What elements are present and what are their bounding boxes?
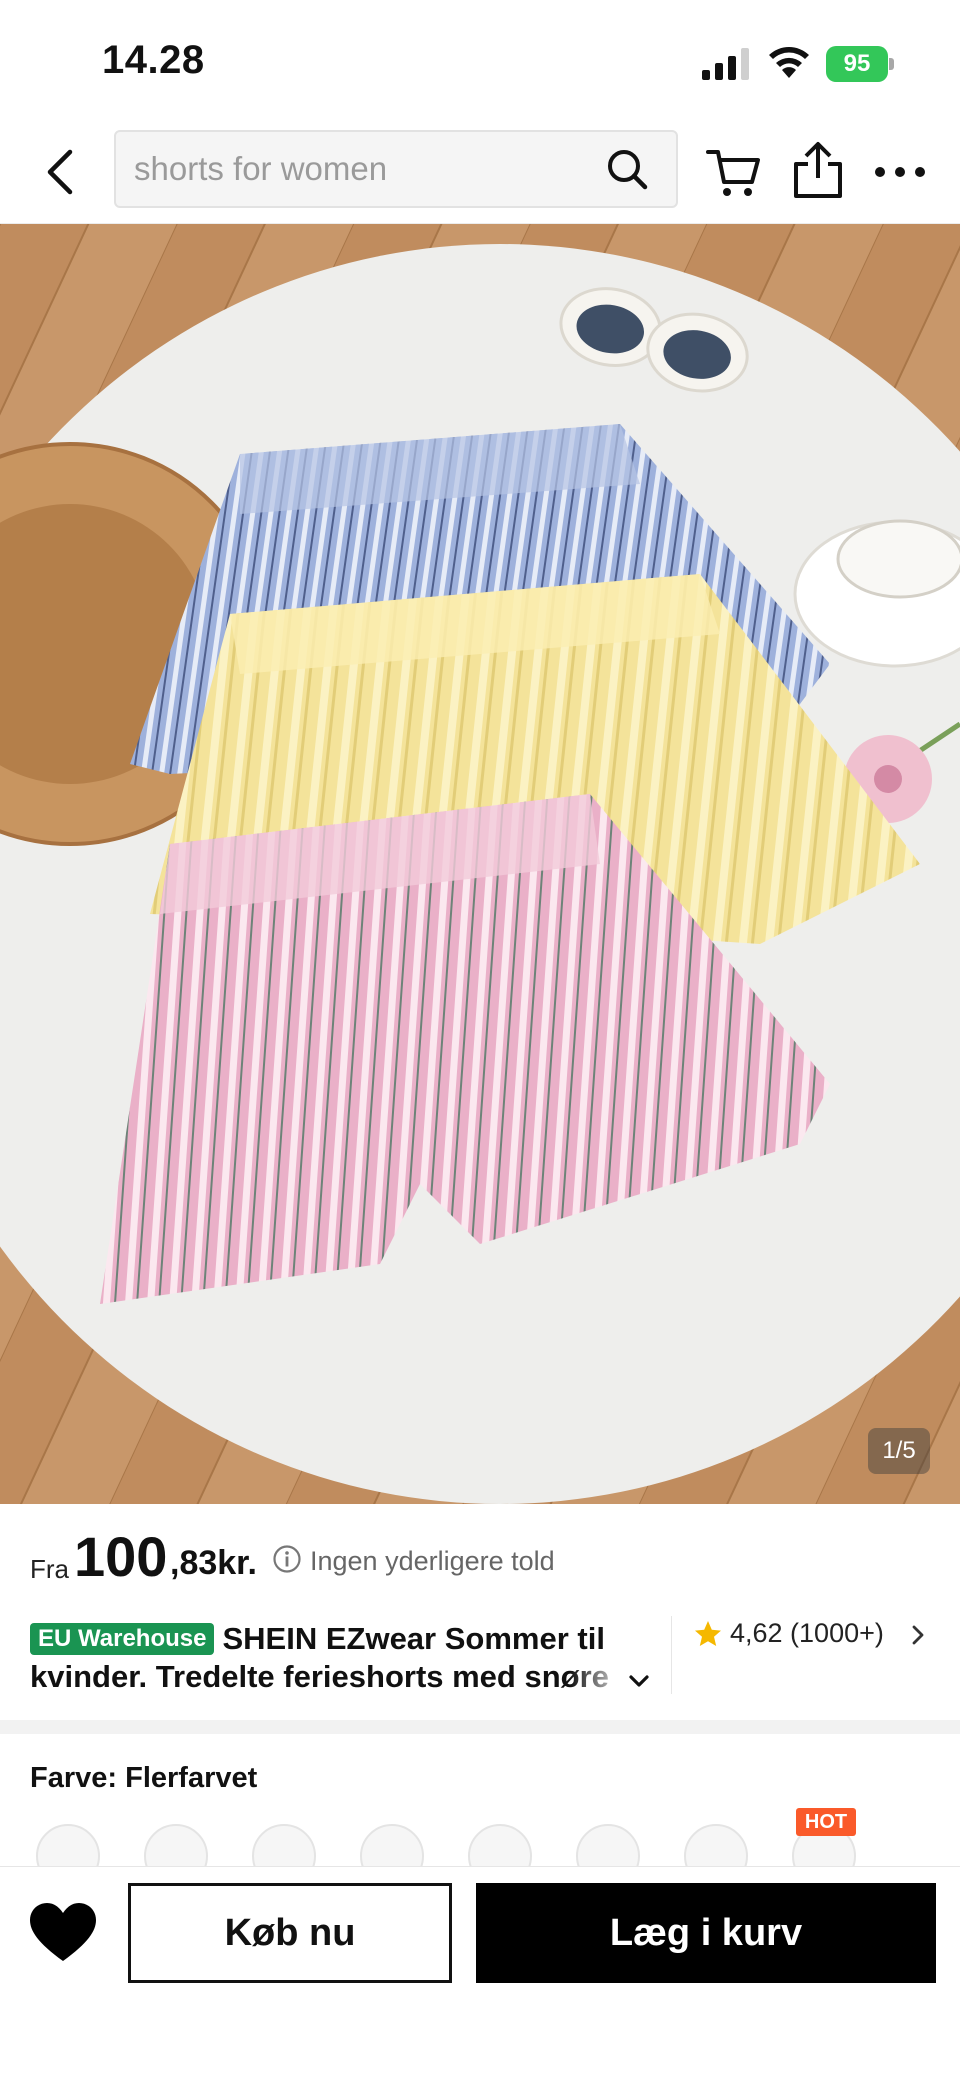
search-bar[interactable]: shorts for women: [114, 130, 678, 208]
eu-warehouse-badge: EU Warehouse: [30, 1623, 215, 1655]
star-icon: [695, 1621, 721, 1646]
rating-text: 4,62 (1000+): [730, 1618, 884, 1648]
chevron-right-icon: [912, 1625, 924, 1645]
section-separator: [0, 1720, 960, 1734]
status-bar: 14.28 95: [0, 0, 960, 120]
product-photo: [0, 224, 960, 1504]
title-line-1: SHEIN EZwear Sommer til: [222, 1621, 605, 1656]
cart-icon[interactable]: [706, 144, 762, 200]
rating-link[interactable]: 4,62 (1000+): [694, 1616, 934, 1656]
battery-level: 95: [826, 46, 888, 82]
product-title[interactable]: EU Warehouse SHEIN EZwear Sommer til kvin…: [30, 1620, 670, 1702]
more-icon[interactable]: [872, 154, 928, 190]
cellular-signal-icon: [702, 48, 749, 80]
hot-badge: HOT: [796, 1808, 856, 1836]
color-label: Farve: Flerfarvet: [30, 1762, 258, 1794]
wifi-icon: [769, 47, 809, 78]
buy-now-button[interactable]: Køb nu: [128, 1883, 452, 1983]
search-icon[interactable]: [606, 148, 648, 190]
price-row: Fra 100 ,83kr. Ingen yderligere told: [30, 1524, 930, 1594]
price-decimal: ,83kr.: [170, 1544, 257, 1582]
duty-note: Ingen yderligere told: [310, 1546, 555, 1576]
bottom-action-bar: Køb nu Læg i kurv: [0, 1866, 960, 2078]
info-icon[interactable]: [272, 1544, 302, 1574]
price-integer: 100: [74, 1525, 168, 1588]
add-to-cart-button[interactable]: Læg i kurv: [476, 1883, 936, 1983]
back-icon[interactable]: [36, 146, 86, 198]
heart-icon[interactable]: [28, 1901, 98, 1965]
search-input[interactable]: shorts for women: [134, 132, 387, 206]
top-nav: shorts for women: [0, 120, 960, 224]
status-time: 14.28: [102, 38, 205, 82]
battery-icon: 95: [826, 46, 894, 82]
price-from-label: Fra: [30, 1554, 69, 1584]
image-counter: 1/5: [868, 1428, 930, 1474]
divider: [671, 1616, 672, 1694]
title-line-2: kvinder. Tredelte ferieshorts med snøre: [30, 1659, 609, 1694]
product-image[interactable]: 1/5: [0, 224, 960, 1504]
chevron-down-icon[interactable]: [626, 1668, 652, 1694]
share-icon[interactable]: [792, 140, 844, 200]
